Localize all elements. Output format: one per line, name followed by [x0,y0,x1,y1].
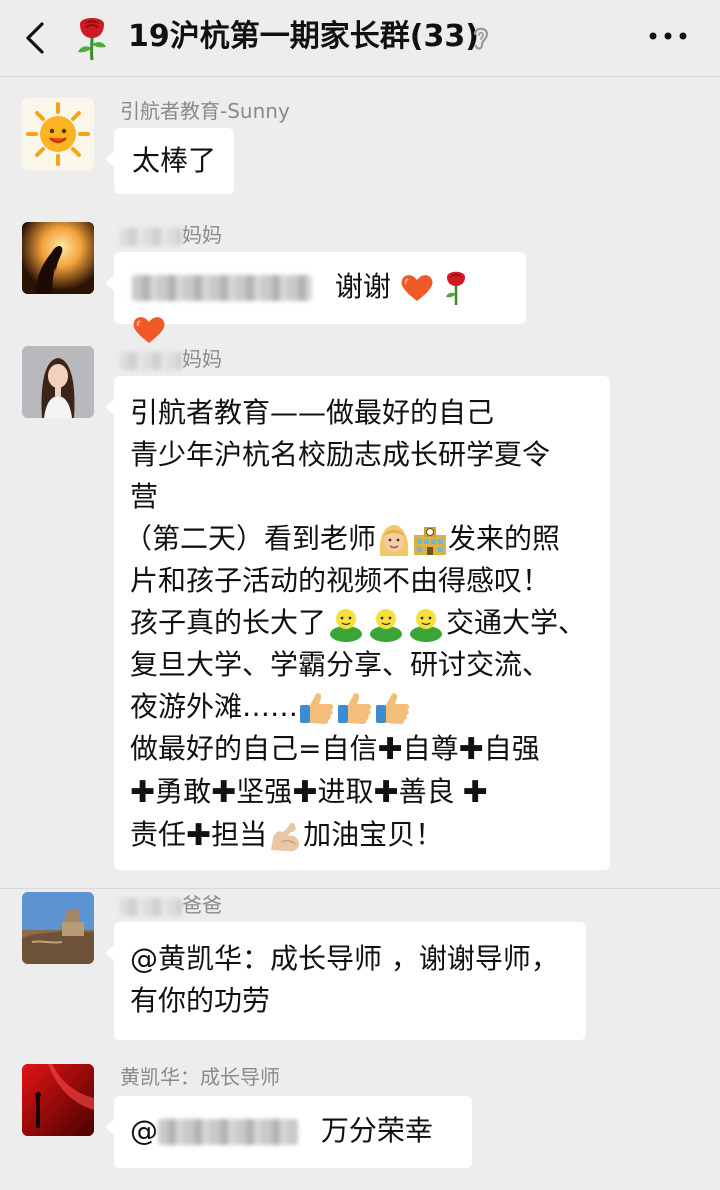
thumbs-up-emoji-icon [338,693,372,724]
message-text: 进取 [317,775,374,808]
message-line: 有你的功劳 [130,984,271,1017]
red-figure-avatar-icon [22,1064,94,1136]
message-line: 营 [130,480,159,513]
praying-hands-avatar-icon [22,222,94,294]
green-figure-emoji-icon [370,609,403,642]
message-line: 青少年沪杭名校励志成长研学夏令 [130,438,551,471]
plus-icon: ✚ [377,732,403,767]
sender-name: 妈妈 [120,222,222,248]
blonde-woman-emoji-icon [379,525,409,556]
message-line: @黄凯华：成长导师 ，谢谢导师， [130,942,559,975]
plus-icon: ✚ [373,775,399,810]
message-line: ✚勇敢✚坚强✚进取✚善良 ✚ [130,771,594,814]
plus-icon: ✚ [211,775,237,810]
blurred-name [120,897,182,916]
message-text: 万分荣幸 [320,1114,433,1147]
plus-icon: ✚ [186,818,212,853]
heart-emoji-icon [133,317,165,343]
message-line: 孩子真的长大了 交通大学、 [130,602,594,644]
plus-icon: ✚ [292,775,318,810]
message-text: 谢谢 [334,270,391,303]
avatar[interactable] [22,346,94,418]
message-text: 发来的照 [448,522,561,555]
more-options-icon[interactable] [648,30,688,42]
message-bubble[interactable]: 谢谢 [105,252,526,343]
avatar[interactable] [22,98,94,170]
mention-prefix: @ [130,1114,158,1147]
blurred-text [132,275,312,301]
message-line: 引航者教育——做最好的自己 [130,396,495,429]
message-line: 片和孩子活动的视频不由得感叹！ [130,564,551,597]
sender-name: 黄凯华：成长导师 [120,1065,280,1089]
heart-emoji-icon [401,275,433,301]
girl-photo-avatar-icon [22,346,94,418]
sender-name: 引航者教育-Sunny [120,99,290,123]
message-text: 勇敢 [155,775,212,808]
avatar[interactable] [22,1064,94,1136]
message-text: 交通大学、 [446,606,587,639]
plus-icon: ✚ [462,775,488,810]
message-text: 责任 [130,818,187,851]
avatar[interactable] [22,222,94,294]
thumbs-up-emoji-icon [376,693,410,724]
sender-suffix: 妈妈 [182,223,222,247]
message-line: 责任✚担当 加油宝贝！ [130,814,594,857]
avatar[interactable] [22,892,94,964]
message-text: 善良 [398,775,455,808]
message-text: 自尊 [402,732,459,765]
message-item: 妈妈 谢谢 [0,222,720,343]
blurred-name [120,227,182,246]
message-text: 担当 [211,818,268,851]
message-item: 爸爸 @黄凯华：成长导师 ，谢谢导师， 有你的功劳 [0,892,720,1042]
blurred-name [120,351,182,370]
sender-name: 爸爸 [120,892,222,918]
message-text: 坚强 [236,775,293,808]
message-text: 孩子真的长大了 [130,606,327,639]
message-line: （第二天）看到老师 发来的照 [124,518,594,560]
green-figure-emoji-icon [330,609,363,642]
message-bubble[interactable]: 引航者教育——做最好的自己 青少年沪杭名校励志成长研学夏令 营 （第二天）看到老… [105,376,610,870]
mute-ear-icon[interactable] [470,24,492,52]
message-item: 妈妈 引航者教育——做最好的自己 青少年沪杭名校励志成长研学夏令 营 （第二天）… [0,346,720,876]
chat-title: 19沪杭第一期家长群(33) [128,19,479,54]
message-bubble[interactable]: @ 万分荣幸 [105,1096,472,1168]
plus-icon: ✚ [130,775,156,810]
message-text: 自强 [483,732,540,765]
thumbs-up-emoji-icon [300,693,334,724]
sender-name: 妈妈 [120,346,222,372]
message-bubble[interactable]: 太棒了 [104,128,235,194]
landscape-avatar-icon [22,892,94,964]
message-item: 引航者教育-Sunny 太棒了 [0,98,720,198]
sun-avatar-icon [22,98,94,170]
rose-emoji-icon [445,271,465,305]
sender-suffix: 爸爸 [182,893,222,917]
message-text: （第二天）看到老师 [124,522,377,555]
message-text: 做最好的自己=自信 [130,732,378,765]
message-line: 做最好的自己=自信✚自尊✚自强 [130,728,594,771]
green-figure-emoji-icon [410,609,443,642]
message-bubble[interactable]: @黄凯华：成长导师 ，谢谢导师， 有你的功劳 [105,922,586,1040]
message-item: 黄凯华：成长导师 @ 万分荣幸 [0,1064,720,1174]
message-text: 夜游外滩…… [130,690,299,723]
back-arrow-icon[interactable] [22,20,52,56]
chat-header: 19沪杭第一期家长群(33) [0,0,720,77]
chat-page: 19沪杭第一期家长群(33) 引航者教育-Sunny 太棒了 妈妈 谢谢 妈妈 … [0,0,720,1190]
message-text: 太棒了 [132,144,217,177]
plus-icon: ✚ [458,732,484,767]
flexed-biceps-emoji-icon [271,823,300,852]
message-line: 夜游外滩…… [130,686,594,728]
message-text: 加油宝贝！ [303,818,444,851]
message-line: 复旦大学、学霸分享、研讨交流、 [130,648,551,681]
sender-suffix: 妈妈 [182,347,222,371]
blurred-mention [158,1119,298,1145]
school-building-emoji-icon [414,527,447,555]
divider [0,888,720,889]
rose-icon [78,18,106,61]
